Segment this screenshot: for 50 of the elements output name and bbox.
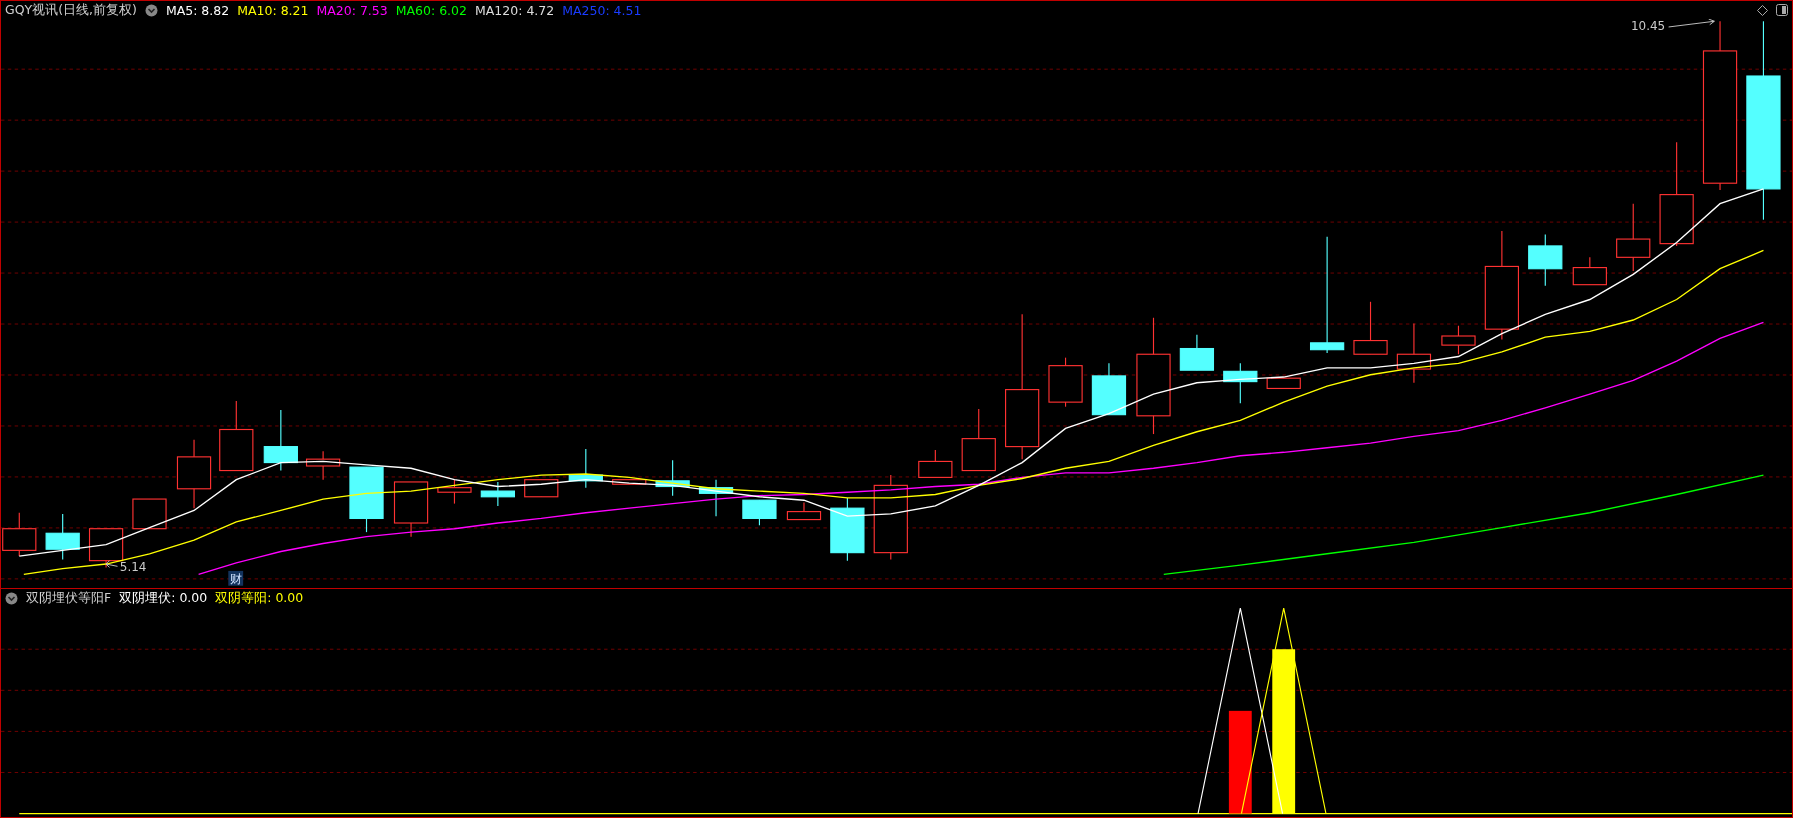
- dropdown-icon[interactable]: [144, 3, 158, 17]
- indicator-value: 双阴埋伏: 0.00: [119, 589, 208, 607]
- chart-title: GQY视讯(日线,前复权): [5, 1, 137, 19]
- panel-toggle-icon[interactable]: [1776, 4, 1788, 16]
- pointer-arrow: [1668, 19, 1715, 28]
- candlestick: [305, 450, 341, 481]
- candlestick: [1048, 357, 1083, 408]
- candlestick: [568, 448, 603, 489]
- indicator-value: 双阴等阳: 0.00: [215, 589, 304, 607]
- candlestick: [263, 409, 298, 472]
- candlestick: [524, 479, 559, 498]
- candlestick: [961, 408, 996, 472]
- candlestick: [480, 481, 515, 507]
- dropdown-icon[interactable]: [5, 591, 18, 605]
- high-price-label: 10.45: [1630, 19, 1666, 34]
- candlestick: [698, 479, 734, 517]
- candlestick: [1396, 322, 1432, 384]
- candlestick: [1179, 334, 1215, 371]
- candlestick: [742, 499, 777, 526]
- candlestick: [612, 479, 647, 485]
- moving-average-legend: MA20: 7.53: [316, 2, 388, 18]
- candlestick: [349, 466, 384, 533]
- pointer-arrow: [105, 560, 118, 568]
- candlestick: [1266, 377, 1301, 389]
- candlestick: [1091, 362, 1127, 416]
- candlestick: [918, 449, 953, 478]
- finance-badge[interactable]: 财: [228, 570, 244, 587]
- candlestick: [219, 400, 254, 472]
- candlestick: [393, 481, 429, 538]
- moving-average-legend: MA60: 6.02: [395, 2, 467, 18]
- moving-average-legend: MA250: 4.51: [562, 2, 642, 18]
- moving-average-legend: MA10: 8.21: [237, 2, 309, 18]
- candlestick: [1616, 203, 1651, 272]
- indicator-name: 双阴埋伏等阳F: [26, 589, 112, 607]
- candlestick: [1572, 256, 1607, 286]
- candlestick: [132, 498, 167, 530]
- candlestick: [437, 479, 472, 505]
- candlestick: [1441, 325, 1476, 355]
- candlestick: [1353, 301, 1388, 355]
- moving-average-legend: MA5: 8.82: [165, 2, 230, 18]
- candlestick: [1223, 362, 1258, 404]
- low-price-label: 5.14: [119, 559, 147, 574]
- candlestick: [786, 501, 822, 521]
- candlestick: [830, 497, 865, 562]
- diamond-icon[interactable]: [1757, 4, 1768, 16]
- moving-average-legend: MA120: 4.72: [475, 2, 555, 18]
- candlestick: [176, 439, 212, 509]
- candlestick: [655, 459, 690, 497]
- candlestick: [1528, 233, 1563, 287]
- candlestick: [45, 513, 80, 561]
